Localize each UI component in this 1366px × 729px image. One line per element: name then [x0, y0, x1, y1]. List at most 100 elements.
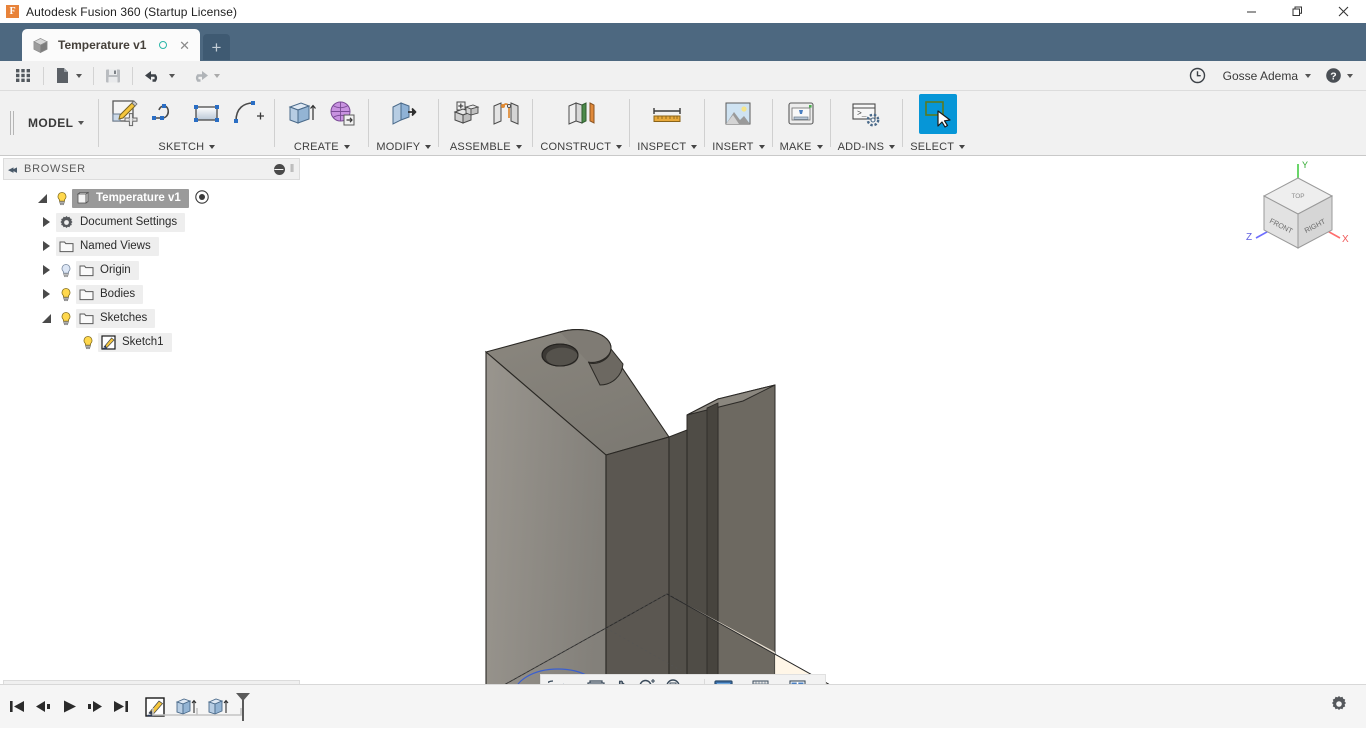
expander-closed-icon[interactable] — [36, 241, 56, 251]
new-component-button[interactable] — [446, 94, 484, 134]
rectangle-button[interactable] — [188, 94, 226, 134]
tree-row-component[interactable]: Temperature v1 — [0, 186, 303, 210]
undo-button[interactable] — [137, 61, 182, 91]
ribbon-grip[interactable] — [8, 91, 16, 155]
redo-arrow-icon — [189, 68, 209, 84]
chevron-down-icon — [516, 145, 522, 149]
expander-open-icon[interactable] — [32, 194, 52, 203]
help-button[interactable]: ? — [1318, 61, 1360, 91]
collapse-browser-icon[interactable]: ◂◂ — [8, 163, 15, 176]
minimize-button[interactable] — [1228, 0, 1274, 23]
ribbon-panel-label-create[interactable]: CREATE — [294, 141, 350, 155]
expander-closed-icon[interactable] — [36, 217, 56, 227]
visibility-bulb-icon[interactable] — [56, 311, 76, 326]
go-to-end-button[interactable] — [108, 685, 134, 729]
panel-label-text: MAKE — [780, 141, 812, 153]
create-form-button[interactable] — [323, 94, 361, 134]
help-icon: ? — [1325, 67, 1342, 84]
expander-closed-icon[interactable] — [36, 289, 56, 299]
select-icon — [921, 97, 955, 131]
ribbon-panel-label-assemble[interactable]: ASSEMBLE — [450, 141, 522, 155]
activate-component-radio[interactable] — [195, 190, 209, 207]
tree-row-bodies[interactable]: Bodies — [0, 282, 303, 306]
play-playback-button[interactable] — [56, 685, 82, 729]
step-forward-icon — [86, 699, 104, 714]
expander-open-icon[interactable] — [36, 314, 56, 323]
save-icon — [105, 68, 121, 84]
extrude-icon — [285, 98, 317, 130]
tree-chip[interactable]: Sketch1 — [98, 333, 172, 352]
go-to-end-icon — [112, 699, 130, 714]
restore-button[interactable] — [1274, 0, 1320, 23]
browser-resize-grip[interactable]: ‖ — [290, 163, 295, 175]
browser-options-icon[interactable]: — — [274, 164, 285, 175]
tree-row-document-settings[interactable]: Document Settings — [0, 210, 303, 234]
panel-label-text: INSPECT — [637, 141, 686, 153]
chevron-down-icon — [76, 74, 82, 78]
ribbon-panel-label-construct[interactable]: CONSTRUCT — [540, 141, 622, 155]
measure-button[interactable] — [648, 94, 686, 134]
window-titlebar: F Autodesk Fusion 360 (Startup License) — [0, 0, 1366, 23]
ribbon-panel-label-insert[interactable]: INSERT — [712, 141, 764, 155]
user-account-button[interactable]: Gosse Adema — [1213, 61, 1318, 91]
insert-image-button[interactable] — [719, 94, 757, 134]
chevron-down-icon — [169, 74, 175, 78]
document-tab[interactable]: Temperature v1 ✕ — [22, 29, 200, 61]
extrude-button[interactable] — [282, 94, 320, 134]
model-body[interactable] — [486, 330, 775, 704]
show-data-panel-button[interactable] — [8, 61, 39, 91]
tree-chip[interactable]: Document Settings — [56, 213, 185, 232]
save-button[interactable] — [98, 61, 128, 91]
press-pull-button[interactable] — [385, 94, 423, 134]
joint-button[interactable] — [487, 94, 525, 134]
ribbon-panel-label-inspect[interactable]: INSPECT — [637, 141, 697, 155]
new-tab-button[interactable]: + — [203, 34, 230, 60]
expander-closed-icon[interactable] — [36, 265, 56, 275]
tree-chip[interactable]: Sketches — [76, 309, 155, 328]
visibility-bulb-icon[interactable] — [56, 287, 76, 302]
close-button[interactable] — [1320, 0, 1366, 23]
ribbon-panel-label-sketch[interactable]: SKETCH — [158, 141, 215, 155]
ribbon-panel-label-addins[interactable]: ADD-INS — [838, 141, 896, 155]
step-back-button[interactable] — [30, 685, 56, 729]
ribbon-panel-label-modify[interactable]: MODIFY — [376, 141, 431, 155]
tree-chip[interactable]: Bodies — [76, 285, 143, 304]
redo-button[interactable] — [182, 61, 227, 91]
tree-label: Temperature v1 — [96, 192, 181, 204]
tree-chip[interactable]: Temperature v1 — [72, 189, 189, 208]
chevron-down-icon — [616, 145, 622, 149]
tree-row-named-views[interactable]: Named Views — [0, 234, 303, 258]
visibility-bulb-icon[interactable] — [56, 263, 76, 278]
tree-chip[interactable]: Named Views — [56, 237, 159, 256]
go-to-beginning-button[interactable] — [4, 685, 30, 729]
create-sketch-icon — [109, 98, 141, 130]
sketch-icon — [101, 335, 116, 350]
arc-button[interactable] — [229, 94, 267, 134]
visibility-bulb-icon[interactable] — [52, 191, 72, 206]
workspace-selector[interactable]: MODEL — [16, 91, 98, 155]
file-menu-button[interactable] — [48, 61, 89, 91]
job-status-button[interactable] — [1182, 61, 1213, 91]
view-cube[interactable]: Y Z X TOP FRONT RIGHT — [1238, 156, 1358, 256]
chevron-down-icon — [691, 145, 697, 149]
rectangle-icon — [191, 98, 223, 130]
arc-icon — [231, 98, 265, 130]
3d-print-button[interactable] — [782, 94, 820, 134]
ribbon-panel-label-make[interactable]: MAKE — [780, 141, 823, 155]
tree-chip[interactable]: Origin — [76, 261, 139, 280]
tree-label: Sketches — [100, 312, 147, 324]
tab-close-icon[interactable]: ✕ — [177, 39, 192, 52]
offset-plane-button[interactable] — [562, 94, 600, 134]
spline-button[interactable] — [147, 94, 185, 134]
tree-row-sketch1[interactable]: Sketch1 — [0, 330, 303, 354]
minimize-icon — [1246, 6, 1257, 17]
tree-row-origin[interactable]: Origin — [0, 258, 303, 282]
ribbon-panel-label-select[interactable]: SELECT — [910, 141, 965, 155]
create-sketch-button[interactable] — [106, 94, 144, 134]
scripts-addins-button[interactable]: >_ — [847, 94, 885, 134]
tree-row-sketches[interactable]: Sketches — [0, 306, 303, 330]
select-button[interactable] — [919, 94, 957, 134]
step-forward-button[interactable] — [82, 685, 108, 729]
visibility-bulb-icon[interactable] — [78, 335, 98, 350]
timeline-settings-button[interactable] — [1330, 695, 1348, 718]
